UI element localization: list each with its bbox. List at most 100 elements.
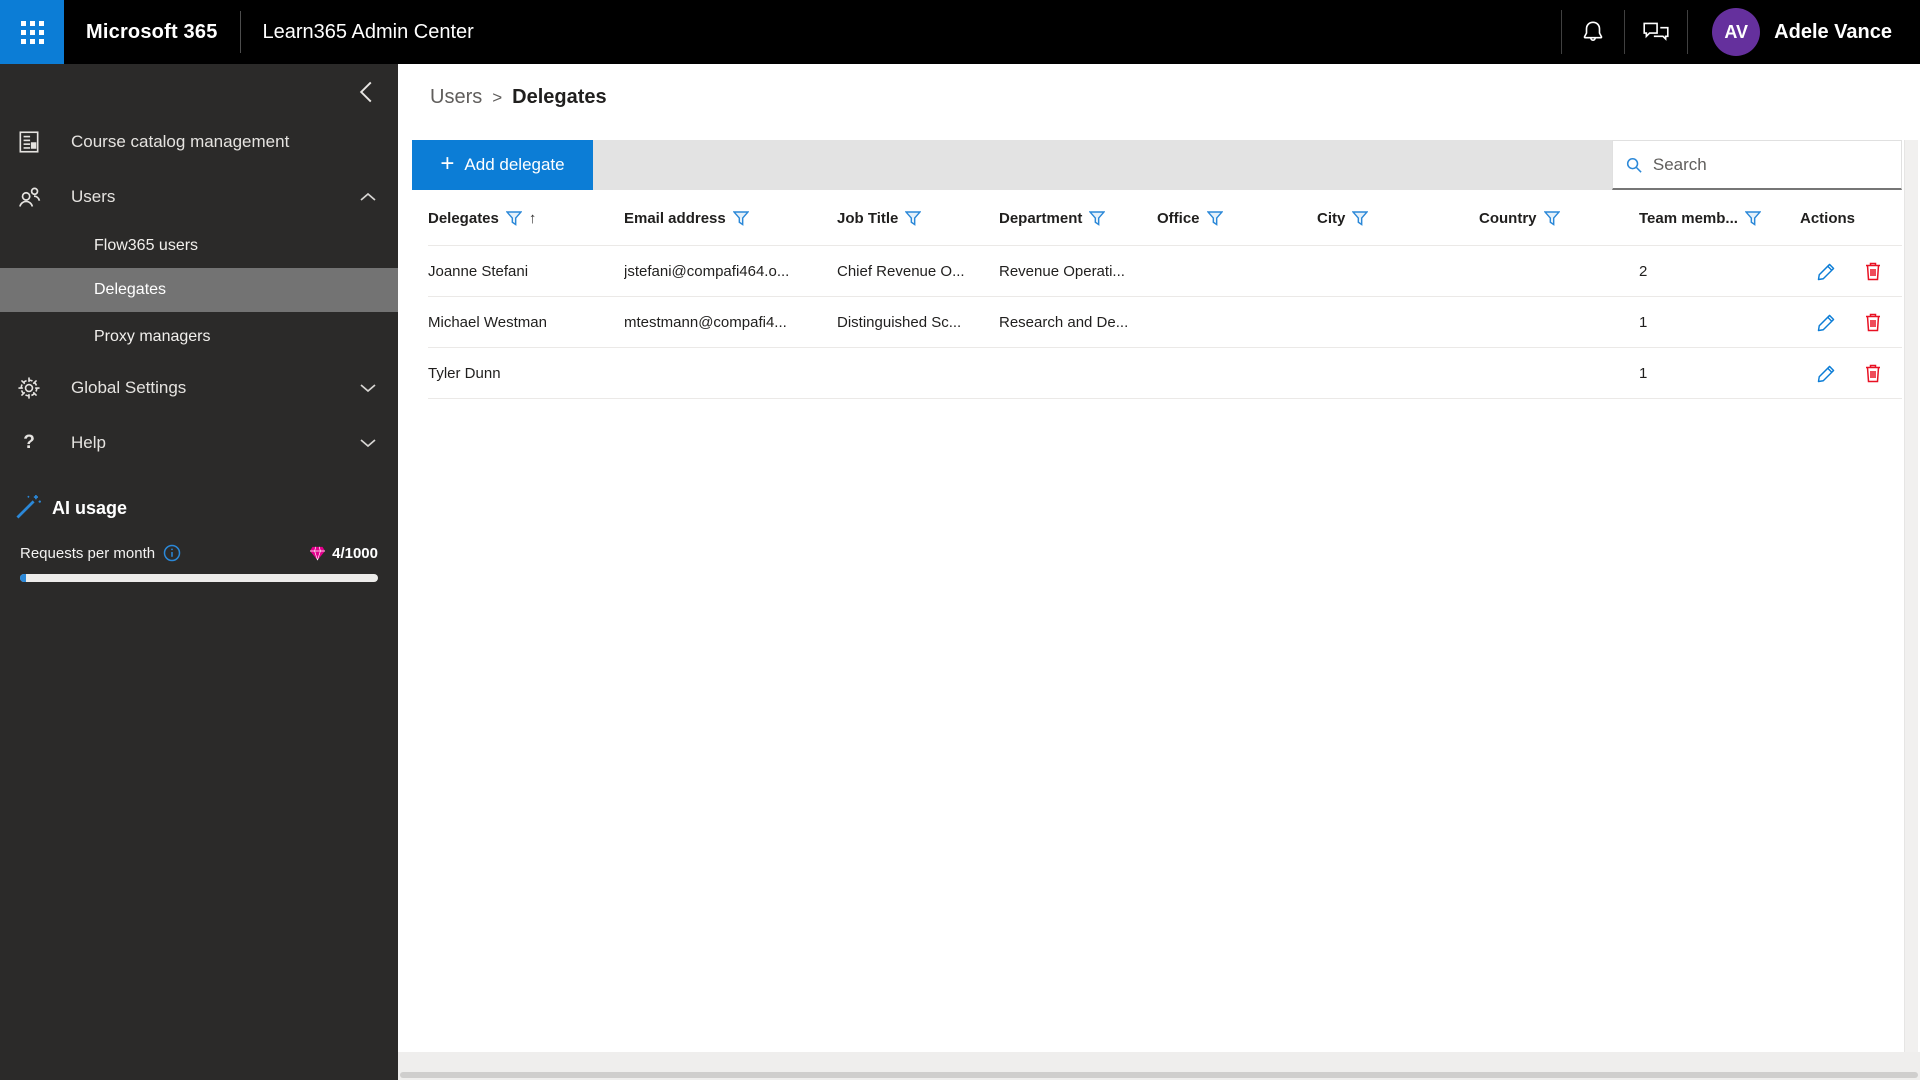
trash-icon <box>1866 313 1880 332</box>
sidebar-item-proxy-managers[interactable]: Proxy managers <box>0 315 398 359</box>
column-header-country[interactable]: Country <box>1479 210 1639 227</box>
cell-delegate-name: Michael Westman <box>428 313 547 331</box>
pencil-icon <box>1817 365 1835 382</box>
top-app-bar: Microsoft 365 Learn365 Admin Center AV A… <box>0 0 1920 64</box>
cell-job-title: Distinguished Sc... <box>837 313 962 331</box>
delete-button[interactable] <box>1863 260 1883 282</box>
sidebar-item-help[interactable]: ? Help <box>0 418 398 468</box>
filter-icon[interactable] <box>1744 211 1761 226</box>
cell-department: Revenue Operati... <box>999 262 1125 280</box>
trash-icon <box>1866 262 1880 281</box>
table-toolbar: + Add delegate <box>412 140 1902 190</box>
table-row[interactable]: Tyler Dunn 1 <box>428 347 1902 398</box>
chevron-up-icon <box>360 187 376 207</box>
table-row[interactable]: Michael Westman mtestmann@compafi4... Di… <box>428 296 1902 347</box>
column-header-office[interactable]: Office <box>1157 210 1317 227</box>
main-content: Users > Delegates + Add delegate Delegat… <box>398 64 1920 1080</box>
cell-job-title: Chief Revenue O... <box>837 262 965 280</box>
sidebar-item-delegates[interactable]: Delegates <box>0 268 398 312</box>
sidebar-collapse-button[interactable] <box>352 78 380 106</box>
sidebar-item-flow365-users[interactable]: Flow365 users <box>0 224 398 268</box>
filter-icon[interactable] <box>1089 211 1106 226</box>
cell-department: Research and De... <box>999 313 1129 331</box>
people-icon <box>14 184 44 211</box>
usage-count: 4/1000 <box>332 544 378 562</box>
sidebar-nav: Course catalog management Users Flow365 … <box>0 64 398 1080</box>
catalog-icon <box>14 129 44 155</box>
edit-button[interactable] <box>1816 363 1837 384</box>
search-input[interactable] <box>1652 154 1889 175</box>
delete-button[interactable] <box>1863 311 1883 333</box>
breadcrumb-users[interactable]: Users <box>430 86 482 109</box>
filter-icon[interactable] <box>905 211 922 226</box>
notifications-button[interactable] <box>1562 0 1624 64</box>
requests-label: Requests per month <box>20 544 156 562</box>
horizontal-scrollbar[interactable] <box>398 1052 1920 1080</box>
cell-email: mtestmann@compafi4... <box>624 313 787 331</box>
edit-button[interactable] <box>1816 261 1837 282</box>
horizontal-scrollbar-thumb[interactable] <box>400 1072 1918 1078</box>
column-header-delegates[interactable]: Delegates ↑ <box>428 210 624 227</box>
pencil-icon <box>1817 314 1835 331</box>
topbar-separator <box>1687 10 1689 54</box>
ai-requests-row: Requests per month 4/1000 <box>20 541 378 565</box>
ai-usage-progress-fill <box>20 574 26 582</box>
cell-team-members: 1 <box>1639 364 1648 382</box>
filter-icon[interactable] <box>1352 211 1369 226</box>
question-icon: ? <box>23 432 35 453</box>
pencil-icon <box>1817 263 1835 280</box>
magic-wand-icon <box>14 491 44 526</box>
cell-delegate-name: Tyler Dunn <box>428 364 501 382</box>
vertical-scrollbar[interactable] <box>1904 140 1918 1052</box>
filter-icon[interactable] <box>1206 211 1223 226</box>
edit-button[interactable] <box>1816 312 1837 333</box>
sidebar-item-global-settings[interactable]: Global Settings <box>0 363 398 413</box>
breadcrumb-separator: > <box>492 87 503 107</box>
cell-actions <box>1800 362 1902 384</box>
column-header-department[interactable]: Department <box>999 210 1157 227</box>
column-header-team-members[interactable]: Team memb... <box>1639 210 1800 227</box>
cell-team-members: 1 <box>1639 313 1648 331</box>
delete-button[interactable] <box>1863 362 1883 384</box>
chevron-down-icon <box>360 378 376 398</box>
sort-ascending-icon: ↑ <box>528 210 537 227</box>
bell-icon <box>1583 21 1603 41</box>
plus-icon: + <box>440 150 455 177</box>
column-header-city[interactable]: City <box>1317 210 1479 227</box>
chat-icon <box>1643 22 1669 41</box>
add-delegate-button[interactable]: + Add delegate <box>412 140 593 190</box>
column-header-email[interactable]: Email address <box>624 210 837 227</box>
filter-icon[interactable] <box>732 211 749 226</box>
search-box <box>1612 140 1902 190</box>
chevron-left-icon <box>359 81 372 103</box>
delegates-table: Delegates ↑ Email address Job Title Depa… <box>428 192 1902 398</box>
avatar[interactable]: AV <box>1712 8 1761 56</box>
cell-email: jstefani@compafi464.o... <box>624 262 790 280</box>
chevron-down-icon <box>360 433 376 453</box>
search-icon <box>1626 157 1642 173</box>
app-launcher-button[interactable] <box>0 0 64 64</box>
info-icon[interactable] <box>163 544 181 562</box>
breadcrumb: Users > Delegates <box>430 86 607 109</box>
user-name[interactable]: Adele Vance <box>1774 21 1892 44</box>
app-title: Learn365 Admin Center <box>262 20 474 43</box>
topbar-divider <box>239 11 241 53</box>
column-header-job-title[interactable]: Job Title <box>837 210 999 227</box>
breadcrumb-delegates: Delegates <box>512 86 607 108</box>
waffle-icon <box>20 20 44 44</box>
table-row[interactable]: Joanne Stefani jstefani@compafi464.o... … <box>428 245 1902 296</box>
feedback-button[interactable] <box>1625 0 1687 64</box>
sidebar-item-course-catalog[interactable]: Course catalog management <box>0 117 398 167</box>
gem-icon <box>310 546 326 560</box>
filter-icon[interactable] <box>1543 211 1560 226</box>
sidebar-item-ai-usage[interactable]: AI usage <box>0 485 398 531</box>
trash-icon <box>1866 364 1880 383</box>
sidebar-item-users[interactable]: Users <box>0 172 398 222</box>
product-name[interactable]: Microsoft 365 <box>86 21 218 44</box>
cell-team-members: 2 <box>1639 262 1648 280</box>
filter-icon[interactable] <box>505 211 522 226</box>
table-header-row: Delegates ↑ Email address Job Title Depa… <box>428 192 1902 245</box>
cell-actions <box>1800 260 1902 282</box>
cell-delegate-name: Joanne Stefani <box>428 262 529 280</box>
cell-actions <box>1800 311 1902 333</box>
